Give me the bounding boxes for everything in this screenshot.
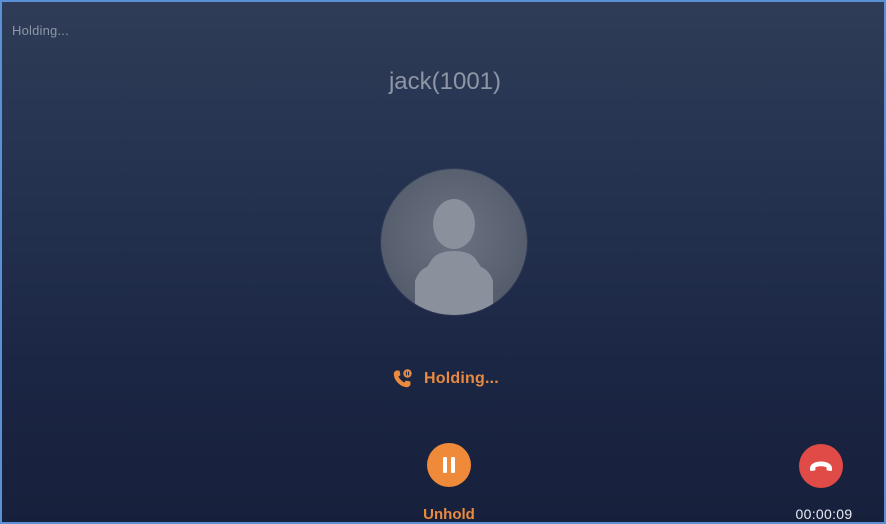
contact-avatar (381, 169, 527, 315)
hang-up-icon (810, 461, 832, 471)
hold-status-text: Holding... (424, 370, 499, 387)
pause-icon (443, 457, 455, 473)
person-silhouette-icon (415, 199, 493, 315)
call-timer: 00:00:09 (795, 506, 853, 522)
status-top-label: Holding... (12, 23, 69, 38)
unhold-label[interactable]: Unhold (399, 506, 499, 522)
hold-status: Holding... (390, 366, 499, 392)
unhold-button[interactable] (427, 443, 471, 487)
contact-name: jack(1001) (388, 68, 502, 95)
phone-hold-icon (390, 367, 414, 391)
hang-up-button[interactable] (799, 444, 843, 488)
call-screen: Holding... jack(1001) Holding... Unhold (0, 0, 886, 524)
